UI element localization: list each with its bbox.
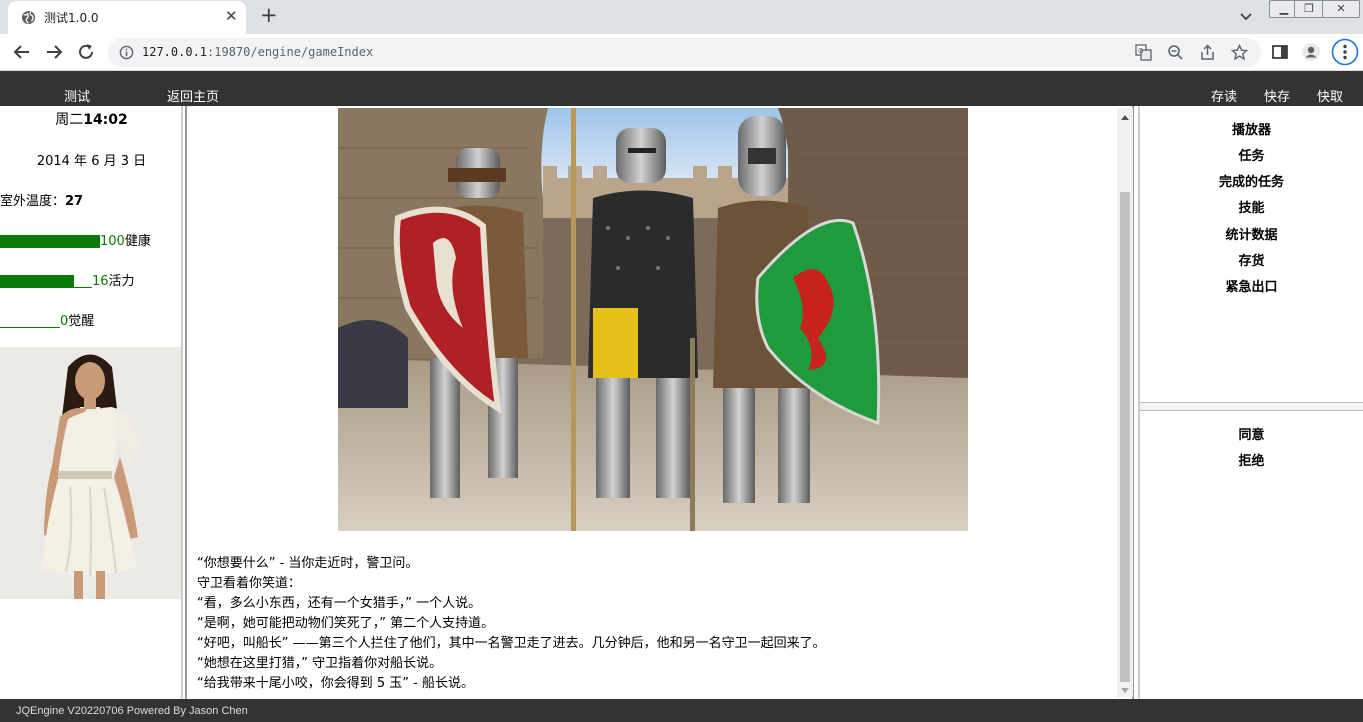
share-icon[interactable] bbox=[1199, 44, 1216, 61]
globe-icon bbox=[21, 10, 36, 25]
scrollbar-thumb[interactable] bbox=[1120, 192, 1130, 682]
story-panel: “你想要什么” - 当你走近时，警卫问。 守卫看着你笑道： “看，多么小东西，还… bbox=[185, 106, 1134, 699]
footer-credit: JQEngine V20220706 Powered By Jason Chen bbox=[16, 705, 248, 717]
profile-icon[interactable] bbox=[1301, 42, 1321, 62]
site-info-icon[interactable] bbox=[119, 45, 134, 60]
energy-label: 活力 bbox=[108, 274, 135, 289]
story-line: “看，多么小东西，还有一个女猎手，” 一个人说。 bbox=[197, 596, 482, 611]
restore-button[interactable]: ❐ bbox=[1294, 0, 1324, 18]
quick-load-link[interactable]: 快取 bbox=[1317, 86, 1343, 105]
reload-icon[interactable] bbox=[76, 42, 96, 62]
scroll-up-arrow-icon[interactable] bbox=[1121, 115, 1129, 120]
menu-skills[interactable]: 技能 bbox=[1140, 197, 1363, 216]
menu-quests[interactable]: 任务 bbox=[1140, 145, 1363, 164]
svg-text:G: G bbox=[1138, 47, 1143, 55]
menu-player[interactable]: 播放器 bbox=[1140, 119, 1363, 138]
url-text: 127.0.0.1:19870/engine/gameIndex bbox=[142, 45, 373, 59]
energy-value: 16 bbox=[92, 274, 109, 289]
forward-icon[interactable] bbox=[44, 42, 64, 62]
chevron-down-icon[interactable] bbox=[1238, 8, 1254, 24]
arousal-stat: 0觉醒 bbox=[0, 310, 94, 329]
url-path: :19870/engine/gameIndex bbox=[207, 45, 374, 59]
nav-link-test[interactable]: 测试 bbox=[64, 86, 90, 105]
character-portrait bbox=[0, 347, 181, 599]
address-bar[interactable]: 127.0.0.1:19870/engine/gameIndex G bbox=[108, 38, 1261, 67]
browser-tab[interactable]: 测试1.0.0 ✕ bbox=[8, 1, 246, 34]
game-nav-bar: 测试 返回主页 存读 快存 快取 bbox=[0, 71, 1363, 106]
arousal-label: 觉醒 bbox=[68, 314, 95, 329]
new-tab-icon[interactable]: + bbox=[260, 3, 278, 27]
choice-refuse[interactable]: 拒绝 bbox=[1140, 450, 1363, 469]
menu-inventory[interactable]: 存货 bbox=[1140, 250, 1363, 269]
browser-toolbar: 127.0.0.1:19870/engine/gameIndex G bbox=[0, 34, 1363, 71]
choice-agree[interactable]: 同意 bbox=[1140, 424, 1363, 443]
temperature-value: 27 bbox=[65, 194, 84, 209]
zoom-icon[interactable] bbox=[1167, 44, 1184, 61]
menu-emergency-exit[interactable]: 紧急出口 bbox=[1140, 276, 1363, 295]
health-stat: 100健康 bbox=[0, 230, 151, 249]
health-value: 100 bbox=[100, 234, 125, 249]
temperature-label: 室外温度： bbox=[0, 194, 66, 209]
back-icon[interactable] bbox=[12, 42, 32, 62]
panel-divider bbox=[1140, 402, 1363, 411]
story-scrollbar[interactable] bbox=[1117, 108, 1133, 697]
status-panel: 周二14:02 2014 年 6 月 3 日 室外温度：27 100健康 16活… bbox=[0, 106, 183, 699]
weekday: 周二 bbox=[55, 112, 84, 128]
url-host: 127.0.0.1 bbox=[142, 45, 208, 59]
story-line: “她想在这里打猎，” 守卫指着你对船长说。 bbox=[197, 656, 443, 671]
story-line: “你想要什么” - 当你走近时，警卫问。 bbox=[197, 556, 419, 571]
browser-tab-strip: 测试1.0.0 ✕ + ▁ ❐ ✕ bbox=[0, 0, 1363, 34]
health-bar bbox=[0, 235, 100, 248]
story-line: “好吧，叫船长” ——第三个人拦住了他们，其中一名警卫走了进去。几分钟后，他和另… bbox=[197, 636, 826, 651]
health-bar-fill bbox=[0, 235, 100, 247]
star-icon[interactable] bbox=[1231, 44, 1248, 61]
story-line: “给我带来十尾小咬，你会得到 5 玉” - 船长说。 bbox=[197, 676, 474, 691]
side-menu-panel: 播放器 任务 完成的任务 技能 统计数据 存货 紧急出口 同意 拒绝 bbox=[1138, 106, 1363, 699]
quick-save-link[interactable]: 快存 bbox=[1264, 86, 1290, 105]
save-load-link[interactable]: 存读 bbox=[1211, 86, 1237, 105]
energy-bar-fill bbox=[0, 275, 74, 287]
energy-bar bbox=[0, 275, 92, 288]
window-close-button[interactable]: ✕ bbox=[1322, 0, 1360, 18]
story-line: 守卫看着你笑道： bbox=[197, 576, 302, 591]
menu-kebab-icon[interactable] bbox=[1331, 38, 1359, 66]
menu-statistics[interactable]: 统计数据 bbox=[1140, 224, 1363, 243]
scroll-down-arrow-icon[interactable] bbox=[1121, 688, 1129, 693]
scene-image-knights bbox=[338, 108, 968, 531]
clock-time: 14:02 bbox=[83, 112, 128, 128]
menu-completed-quests[interactable]: 完成的任务 bbox=[1140, 171, 1363, 190]
calendar-date: 2014 年 6 月 3 日 bbox=[36, 154, 147, 169]
close-tab-icon[interactable]: ✕ bbox=[225, 7, 238, 25]
health-label: 健康 bbox=[124, 234, 151, 249]
story-text: “你想要什么” - 当你走近时，警卫问。 守卫看着你笑道： “看，多么小东西，还… bbox=[197, 554, 1097, 694]
energy-stat: 16活力 bbox=[0, 270, 135, 289]
story-line: “是啊，她可能把动物们笑死了，” 第二个人支持道。 bbox=[197, 616, 495, 631]
outdoor-temperature: 室外温度：27 bbox=[0, 190, 83, 209]
day-time: 周二14:02 bbox=[0, 109, 183, 129]
side-panel-icon[interactable] bbox=[1270, 42, 1290, 62]
translate-icon[interactable]: G bbox=[1135, 44, 1152, 61]
arousal-bar bbox=[0, 315, 60, 328]
footer-bar: JQEngine V20220706 Powered By Jason Chen bbox=[0, 699, 1363, 722]
nav-link-home[interactable]: 返回主页 bbox=[167, 86, 219, 105]
tab-title: 测试1.0.0 bbox=[44, 11, 99, 25]
